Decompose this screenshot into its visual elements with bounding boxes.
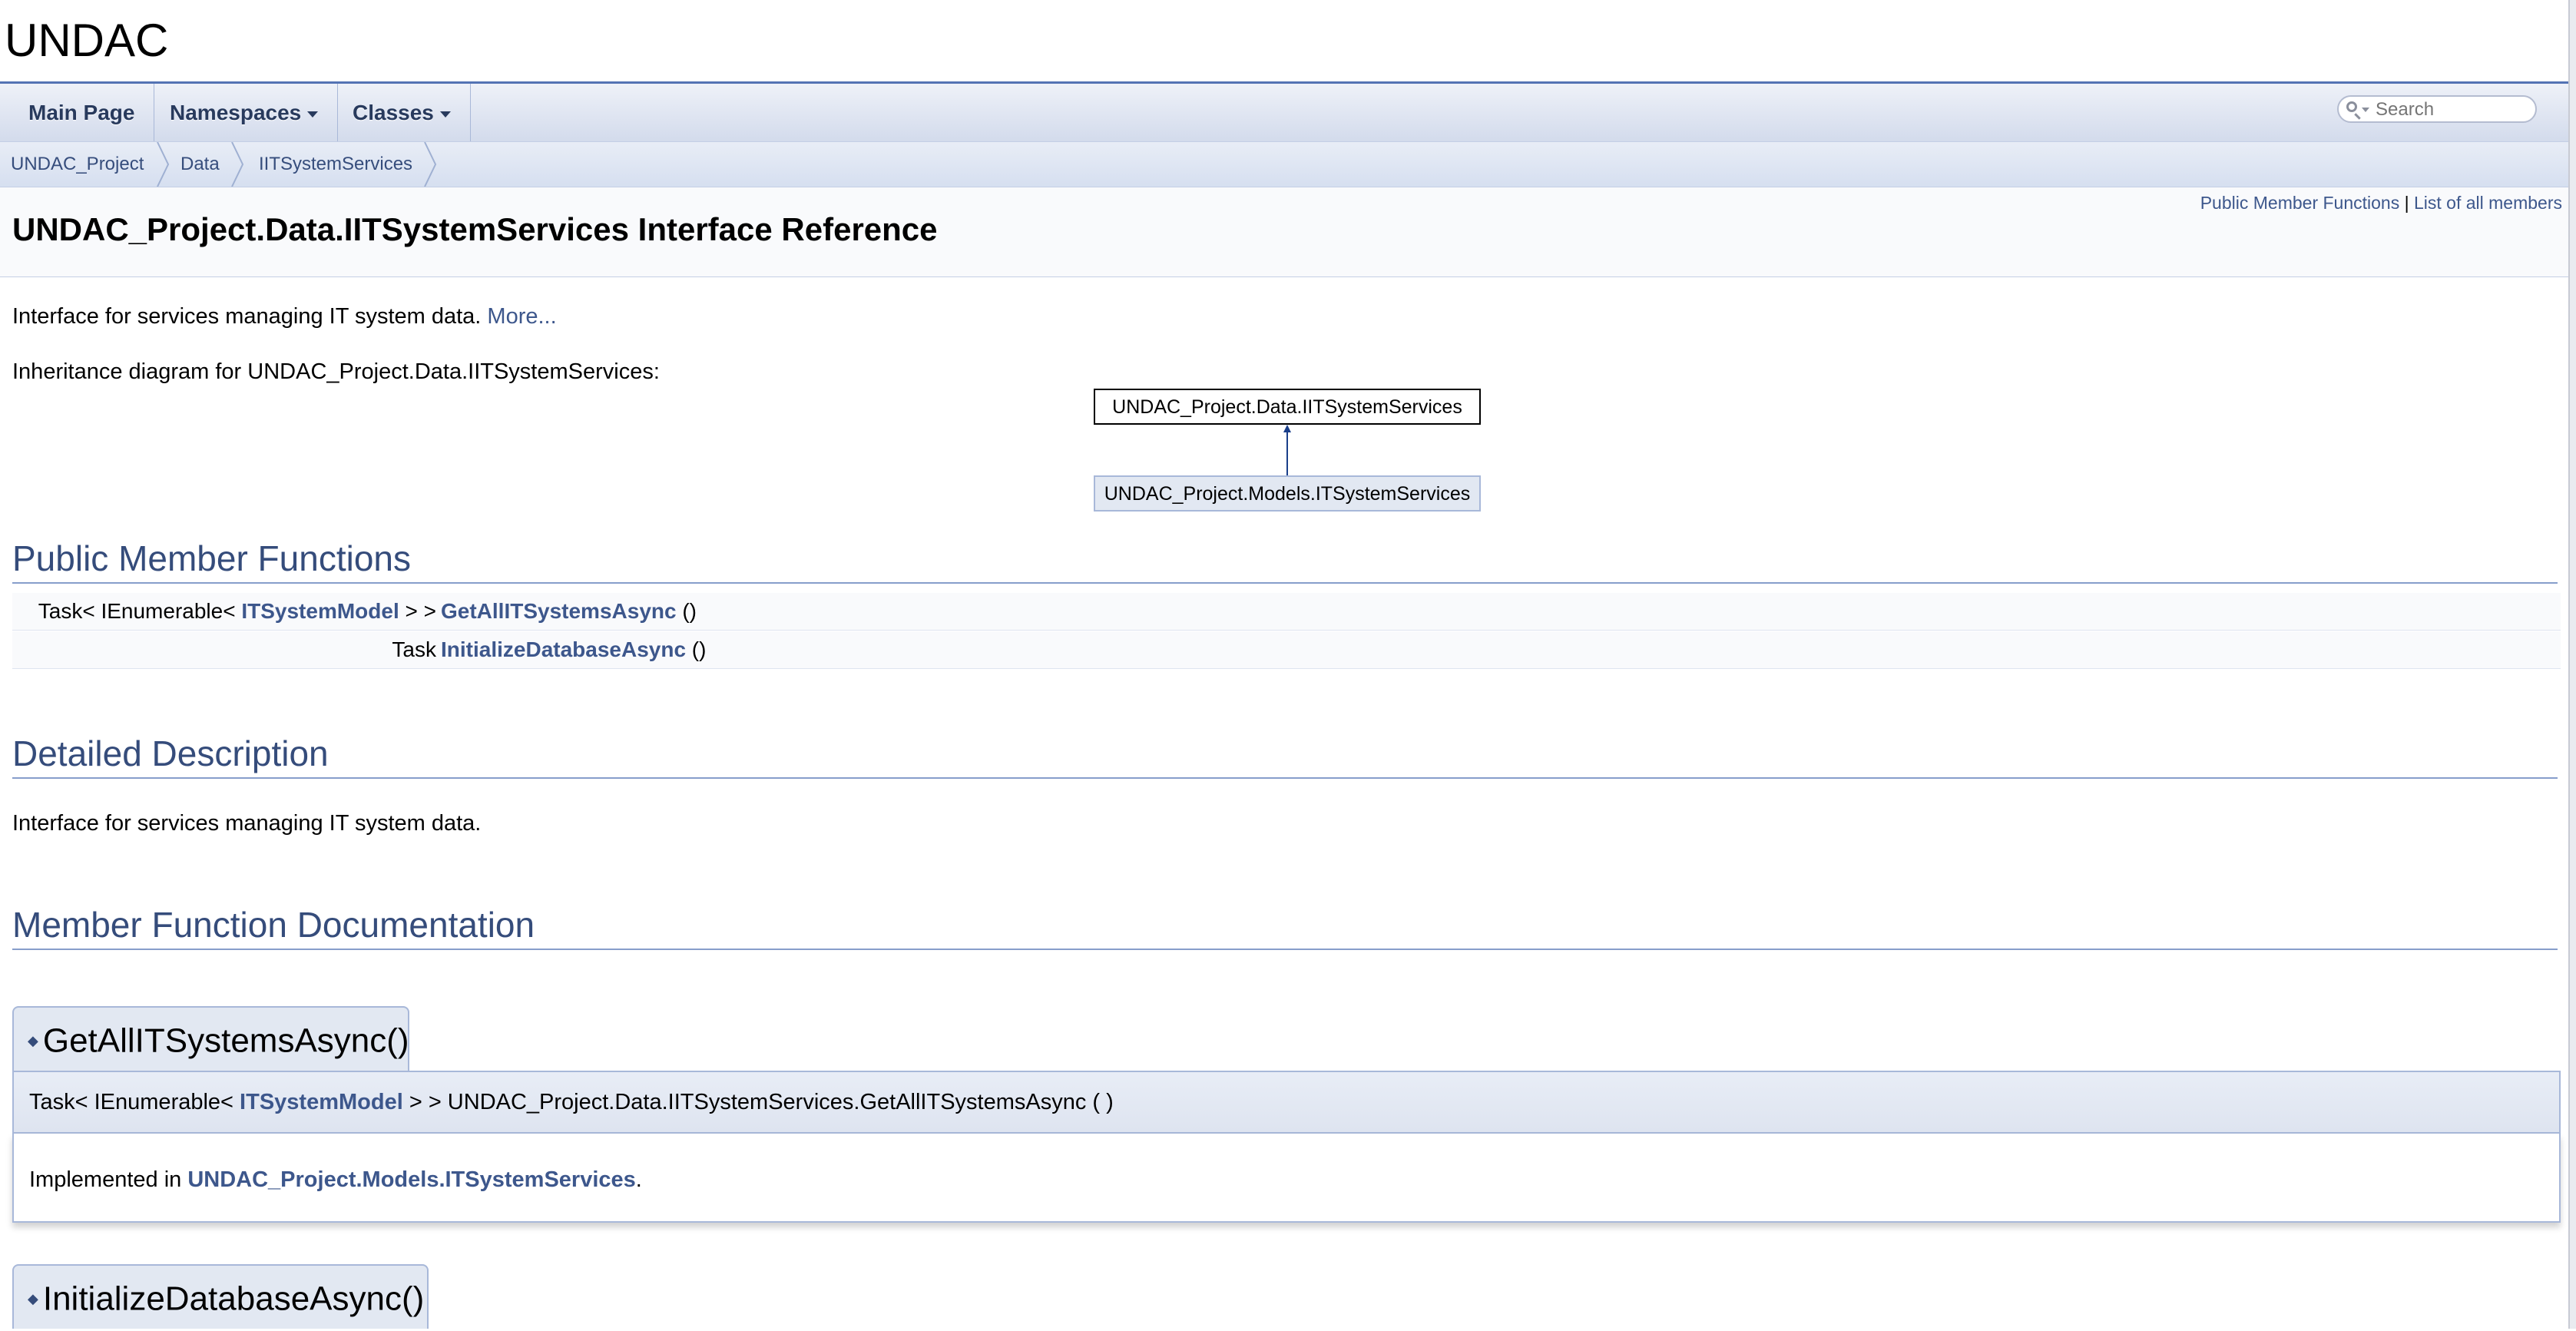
summary-link-list-all-members[interactable]: List of all members [2414, 193, 2562, 213]
nav-main-page[interactable]: Main Page [9, 84, 155, 141]
breadcrumb-item-undac-project[interactable]: UNDAC_Project [11, 142, 144, 187]
member-args: () [676, 599, 697, 623]
proto-text: Task< IEnumerable< [29, 1090, 240, 1114]
title-area: UNDAC [0, 0, 2576, 84]
breadcrumb-separator-icon [231, 142, 244, 187]
inheritance-base-node: UNDAC_Project.Data.IITSystemServices [1094, 389, 1481, 425]
member-signature: GetAllITSystemsAsync () [441, 593, 697, 630]
nav-namespaces-label: Namespaces [170, 101, 302, 124]
breadcrumb-separator-icon [424, 142, 437, 187]
memtitle-name: InitializeDatabaseAsync() [42, 1280, 425, 1318]
member-return-type: Task [392, 631, 436, 668]
breadcrumb-item-iitsystemservices[interactable]: IITSystemServices [259, 142, 412, 187]
section-heading-detailed-description: Detailed Description [12, 733, 2558, 779]
proto-text: > > UNDAC_Project.Data.IITSystemServices… [402, 1090, 1114, 1114]
detailed-description-text: Interface for services managing IT syste… [12, 811, 482, 836]
diamond-icon: ◆ [28, 1291, 38, 1307]
member-prototype: Task< IEnumerable< ITSystemModel > > UND… [12, 1071, 2561, 1134]
breadcrumb-item-data[interactable]: Data [180, 142, 220, 187]
nav-main-page-label: Main Page [28, 101, 135, 124]
search-input[interactable] [2374, 98, 2531, 121]
summary-link-public-member-functions[interactable]: Public Member Functions [2200, 193, 2400, 213]
search-box[interactable] [2337, 95, 2537, 123]
section-heading-member-function-documentation: Member Function Documentation [12, 904, 2558, 950]
inheritance-derived-node[interactable]: UNDAC_Project.Models.ITSystemServices [1094, 475, 1481, 512]
nav-classes-label: Classes [353, 101, 434, 124]
inheritance-label: Inheritance diagram for UNDAC_Project.Da… [12, 359, 660, 384]
brief-description: Interface for services managing IT syste… [12, 304, 557, 329]
member-args: () [686, 637, 707, 661]
nav-namespaces[interactable]: Namespaces [151, 84, 339, 141]
breadcrumb: UNDAC_Project Data IITSystemServices [0, 142, 2570, 187]
member-name-link[interactable]: InitializeDatabaseAsync [441, 637, 686, 661]
member-row: Task< IEnumerable< ITSystemModel > > Get… [12, 593, 2561, 631]
member-return-type: Task< IEnumerable< ITSystemModel > > [38, 593, 436, 630]
impl-text: Implemented in [29, 1167, 188, 1192]
member-signature: InitializeDatabaseAsync () [441, 631, 706, 668]
chevron-down-icon [307, 111, 319, 118]
brief-text: Interface for services managing IT syste… [12, 304, 482, 329]
memtitle-name: GetAllITSystemsAsync() [42, 1021, 409, 1060]
main-nav: Main Page Namespaces Classes [0, 84, 2570, 142]
diamond-icon: ◆ [28, 1033, 38, 1049]
section-heading-public-member-functions: Public Member Functions [12, 538, 2558, 584]
chevron-down-icon [439, 111, 451, 118]
member-doc: Implemented in UNDAC_Project.Models.ITSy… [12, 1134, 2561, 1223]
impl-link[interactable]: UNDAC_Project.Models.ITSystemServices [187, 1167, 635, 1192]
member-type-text: > > [399, 599, 437, 623]
search-icon[interactable] [2346, 101, 2357, 112]
summary-separator: | [2404, 193, 2409, 213]
member-type-text: Task [392, 637, 436, 661]
proto-type-link[interactable]: ITSystemModel [240, 1090, 403, 1114]
more-link[interactable]: More... [487, 304, 556, 329]
nav-classes[interactable]: Classes [333, 84, 471, 141]
project-name: UNDAC [5, 15, 169, 66]
member-type-link[interactable]: ITSystemModel [241, 599, 399, 623]
memtitle-tab: ◆ InitializeDatabaseAsync() [12, 1264, 429, 1329]
impl-text: . [635, 1167, 642, 1192]
chevron-down-icon[interactable] [2362, 108, 2369, 112]
summary-links: Public Member Functions | List of all me… [2200, 193, 2562, 214]
inheritance-arrow [1283, 425, 1291, 475]
breadcrumb-separator-icon [157, 142, 170, 187]
vertical-scrollbar[interactable] [2568, 0, 2576, 1329]
member-type-text: Task< IEnumerable< [38, 599, 242, 623]
member-name-link[interactable]: GetAllITSystemsAsync [441, 599, 677, 623]
page-title: UNDAC_Project.Data.IITSystemServices Int… [12, 211, 938, 247]
member-row: Task InitializeDatabaseAsync () [12, 631, 2561, 669]
memtitle-tab: ◆ GetAllITSystemsAsync() [12, 1006, 409, 1072]
